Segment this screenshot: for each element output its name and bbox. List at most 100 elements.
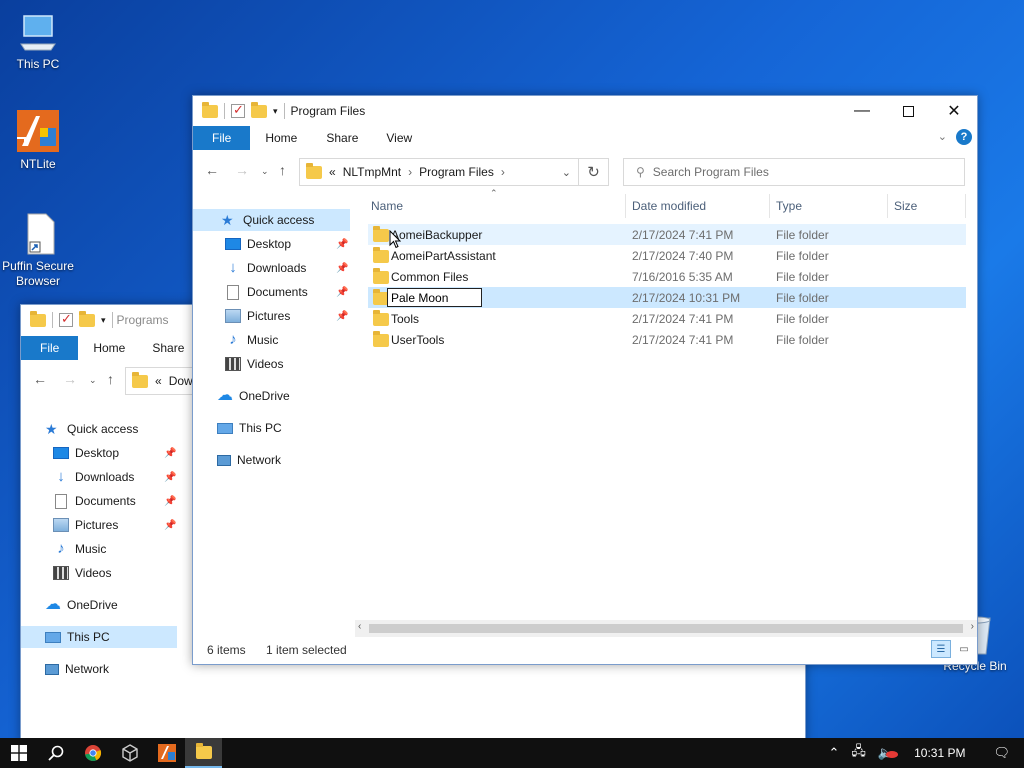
recent-locations-chevron-icon[interactable]: ⌄ [261,166,269,177]
nav-videos[interactable]: Videos [45,562,177,584]
show-hidden-icons-chevron-icon[interactable]: ⌃ [823,745,846,761]
notifications-icon[interactable]: 🗨 [979,745,1024,761]
pictures-icon [225,309,241,323]
help-icon[interactable]: ? [956,129,972,145]
search-button[interactable] [37,738,74,768]
scrollbar-thumb[interactable] [369,624,963,633]
column-header-name[interactable]: Name [365,194,626,218]
tab-share[interactable]: Share [312,126,372,150]
forward-arrow-icon[interactable]: → [235,162,249,178]
desktop-icon-this-pc[interactable]: This PC [0,10,76,72]
nav-onedrive[interactable]: ☁ OneDrive [27,594,177,616]
nav-downloads[interactable]: ↓ Downloads [45,466,177,488]
properties-icon[interactable] [231,102,245,118]
breadcrumb-program-files[interactable]: Program Files [419,165,494,179]
nav-documents[interactable]: Documents [45,490,177,512]
volume-muted-icon[interactable]: 🔈 [872,745,900,761]
scroll-right-arrow-icon[interactable]: › [971,621,974,632]
file-row[interactable]: Tools 2/17/2024 7:41 PM File folder [368,308,966,329]
properties-icon[interactable] [59,311,73,327]
star-icon: ★ [45,421,58,437]
nav-quick-access[interactable]: ★ Quick access [193,209,350,231]
nav-desktop[interactable]: Desktop [219,233,349,255]
nav-documents[interactable]: Documents [219,281,349,303]
back-arrow-icon[interactable]: ← [205,162,219,178]
desktop-icon-puffin[interactable]: Puffin Secure Browser [0,212,76,289]
nav-network[interactable]: Network [27,658,177,680]
nav-desktop[interactable]: Desktop [45,442,177,464]
nav-music[interactable]: ♪ Music [45,538,177,560]
tab-view[interactable]: View [372,126,426,150]
taskbar-file-explorer[interactable] [185,738,222,768]
nav-downloads[interactable]: ↓ Downloads [219,257,349,279]
rename-input[interactable] [387,288,482,307]
start-button[interactable] [0,738,37,768]
tab-file[interactable]: File [193,126,251,150]
tab-home[interactable]: Home [250,126,312,150]
large-icons-view-button[interactable]: ▭ [954,640,974,658]
forward-arrow-icon[interactable]: → [63,371,77,387]
explorer-window-program-files[interactable]: ▾ Program Files — ✕ File Home Share View… [192,95,978,665]
tab-file[interactable]: File [21,336,79,360]
new-folder-icon[interactable] [251,101,267,118]
pin-icon: 📌 [336,263,349,274]
ribbon-tabs: File Home Share View ⌄ ? [193,126,977,150]
refresh-button[interactable]: ↻ [579,158,609,186]
column-header-size[interactable]: Size [888,194,966,218]
horizontal-scrollbar[interactable]: ‹ › [355,620,977,637]
network-status-icon[interactable]: 🖧 [845,742,872,764]
address-bar[interactable]: « NLTmpMnt › Program Files › ⌄ [299,158,579,186]
tab-home[interactable]: Home [78,336,140,360]
nav-network[interactable]: Network [199,449,349,471]
nav-pictures[interactable]: Pictures [45,514,177,536]
minimize-button[interactable]: — [839,96,885,126]
taskbar-ntlite[interactable] [148,738,185,768]
nav-music[interactable]: ♪ Music [219,329,349,351]
tab-share[interactable]: Share [140,336,196,360]
scroll-left-arrow-icon[interactable]: ‹ [358,621,361,632]
title-bar[interactable]: ▾ Program Files — ✕ [193,96,977,126]
nav-this-pc[interactable]: This PC [199,417,349,439]
recent-locations-chevron-icon[interactable]: ⌄ [89,375,97,386]
customize-toolbar-icon[interactable]: ▾ [273,106,278,117]
taskbar-chrome[interactable] [74,738,111,768]
pin-icon: 📌 [164,496,177,507]
nav-quick-access[interactable]: ★ Quick access [27,418,177,440]
up-arrow-icon[interactable]: ↑ [107,371,114,387]
nav-onedrive[interactable]: ☁ OneDrive [199,385,349,407]
desktop-icon-label: Puffin Secure Browser [2,259,74,288]
maximize-button[interactable] [885,96,931,126]
file-row[interactable]: AomeiBackupper 2/17/2024 7:41 PM File fo… [368,224,966,245]
column-header-type[interactable]: Type [770,194,888,218]
details-view-button[interactable]: ☰ [931,640,951,658]
file-row-selected[interactable]: 2/17/2024 10:31 PM File folder [368,287,966,308]
network-icon [217,454,231,466]
quick-access-toolbar: ▾ [21,310,113,328]
breadcrumb-separator-icon: › [500,165,505,179]
close-button[interactable]: ✕ [931,96,977,126]
column-header-date[interactable]: Date modified [626,194,770,218]
address-dropdown-chevron-icon[interactable]: ⌄ [562,166,571,179]
taskbar-virtualbox[interactable] [111,738,148,768]
expand-ribbon-chevron-icon[interactable]: ⌄ [938,130,947,143]
back-arrow-icon[interactable]: ← [33,371,47,387]
file-row[interactable]: Common Files 7/16/2016 5:35 AM File fold… [368,266,966,287]
file-row[interactable]: AomeiPartAssistant 2/17/2024 7:40 PM Fil… [368,245,966,266]
quick-access-toolbar: ▾ [193,101,285,119]
nav-pictures[interactable]: Pictures [219,305,349,327]
search-input[interactable]: ⚲ Search Program Files [623,158,965,186]
nav-this-pc[interactable]: This PC [21,626,177,648]
file-row[interactable]: UserTools 2/17/2024 7:41 PM File folder [368,329,966,350]
cloud-icon: ☁ [45,596,61,613]
desktop-icon-ntlite[interactable]: NTLite [0,110,76,172]
clock[interactable]: 10:31 PM [900,746,979,760]
file-shortcut-icon [16,212,60,256]
nav-videos[interactable]: Videos [219,353,349,375]
desktop-icon [53,447,69,459]
breadcrumb-nltmpmnt[interactable]: NLTmpMnt [343,165,401,179]
pin-icon: 📌 [336,311,349,322]
customize-toolbar-icon[interactable]: ▾ [101,315,106,326]
ntlite-icon [16,110,60,154]
new-folder-icon[interactable] [79,310,95,327]
up-arrow-icon[interactable]: ↑ [279,162,286,178]
